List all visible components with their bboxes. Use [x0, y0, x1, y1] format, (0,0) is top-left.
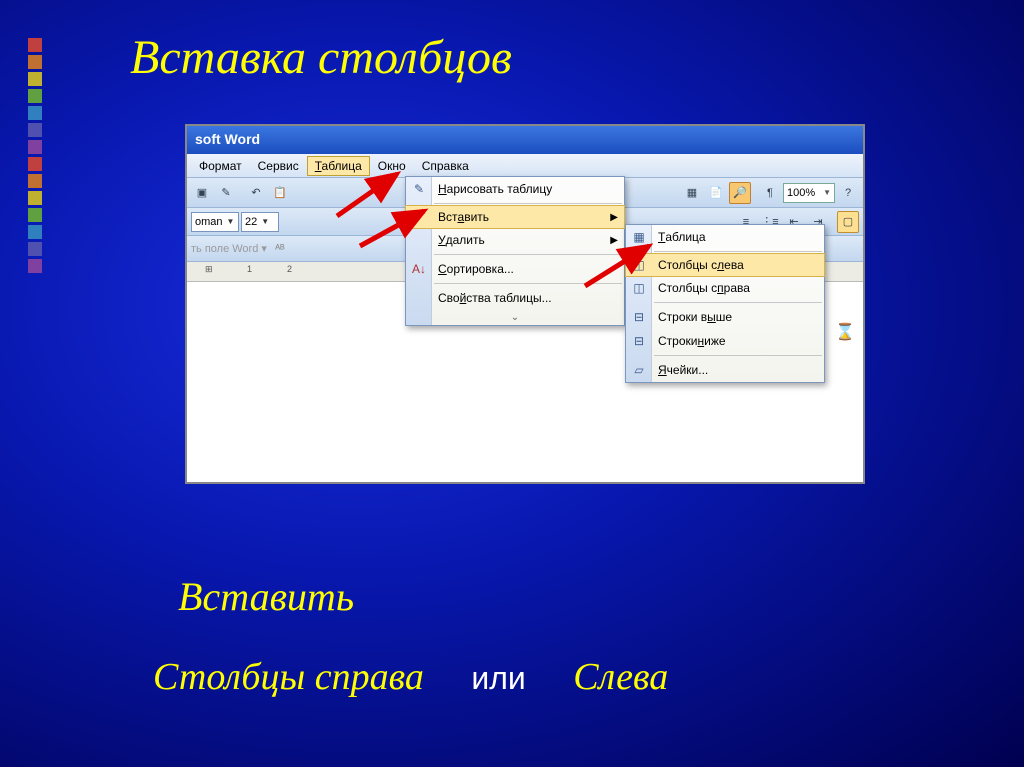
menu-insert[interactable]: Вставить ▶: [405, 205, 625, 229]
sort-icon: А↓: [410, 262, 428, 276]
menu-service[interactable]: Сервис: [250, 156, 307, 176]
caption-right: Столбцы справа: [153, 656, 424, 698]
field-word-label: ть поле Word ▾: [191, 242, 267, 255]
slide-bullets: [28, 38, 42, 273]
menubar: Формат Сервис Таблица Окно Справка: [187, 154, 863, 178]
slide-title: Вставка столбцов: [130, 30, 512, 85]
menu-format[interactable]: Формат: [191, 156, 250, 176]
menu-window[interactable]: Окно: [370, 156, 414, 176]
btn-2[interactable]: ✎: [215, 182, 237, 204]
pencil-icon: ✎: [410, 182, 428, 196]
font-combo[interactable]: oman▼: [191, 212, 239, 232]
btn-border-icon[interactable]: ▢: [837, 211, 859, 233]
submenu-cols-right[interactable]: ◫ Столбцы справа: [626, 276, 824, 300]
table-icon: ▦: [630, 230, 648, 244]
menu-sort[interactable]: А↓ Сортировка...: [406, 257, 624, 281]
table-menu: ✎ Нарисовать таблицу Вставить ▶ Удалить …: [405, 176, 625, 326]
menu-expand-icon[interactable]: ⌄: [406, 310, 624, 325]
cols-right-icon: ◫: [630, 281, 648, 295]
caption-columns: Столбцы справа или Слева: [153, 655, 668, 699]
word-screenshot: soft Word Формат Сервис Таблица Окно Спр…: [185, 124, 865, 484]
submenu-arrow-icon: ▶: [610, 235, 618, 246]
cols-left-icon: ◫: [630, 258, 648, 272]
submenu-arrow-icon: ▶: [610, 212, 618, 223]
insert-submenu: ▦ Таблица ◫ Столбцы слева ◫ Столбцы спра…: [625, 224, 825, 383]
menu-help[interactable]: Справка: [414, 156, 477, 176]
caption-left: Слева: [573, 656, 668, 698]
btn-1[interactable]: ▣: [191, 182, 213, 204]
size-combo[interactable]: 22▼: [241, 212, 279, 232]
menu-draw-table[interactable]: ✎ Нарисовать таблицу: [406, 177, 624, 201]
rows-above-icon: ⊟: [630, 310, 648, 324]
btn-lang-icon[interactable]: 🔎: [729, 182, 751, 204]
submenu-rows-below[interactable]: ⊟ Строки ниже: [626, 329, 824, 353]
btn-3[interactable]: ↶: [245, 182, 267, 204]
submenu-cols-left[interactable]: ◫ Столбцы слева: [625, 253, 825, 277]
hourglass-icon: ⌛: [835, 322, 855, 342]
zoom-combo[interactable]: 100%▼: [783, 183, 835, 203]
caption-insert: Вставить: [178, 573, 354, 620]
cells-icon: ▱: [630, 363, 648, 377]
submenu-cells[interactable]: ▱ Ячейки...: [626, 358, 824, 382]
btn-4[interactable]: 📋: [269, 182, 291, 204]
btn-doc-icon[interactable]: 📄: [705, 182, 727, 204]
btn-cols-icon[interactable]: ▦: [681, 182, 703, 204]
btn-abc-icon[interactable]: ᴬᴮ: [269, 238, 291, 260]
submenu-table[interactable]: ▦ Таблица: [626, 225, 824, 249]
menu-table[interactable]: Таблица: [307, 156, 370, 176]
rows-below-icon: ⊟: [630, 334, 648, 348]
submenu-rows-above[interactable]: ⊟ Строки выше: [626, 305, 824, 329]
menu-table-props[interactable]: Свойства таблицы...: [406, 286, 624, 310]
menu-delete[interactable]: Удалить ▶: [406, 228, 624, 252]
caption-or: или: [471, 660, 525, 696]
btn-pilcrow[interactable]: ¶: [759, 182, 781, 204]
btn-help-icon[interactable]: ?: [837, 182, 859, 204]
window-titlebar: soft Word: [187, 126, 863, 154]
